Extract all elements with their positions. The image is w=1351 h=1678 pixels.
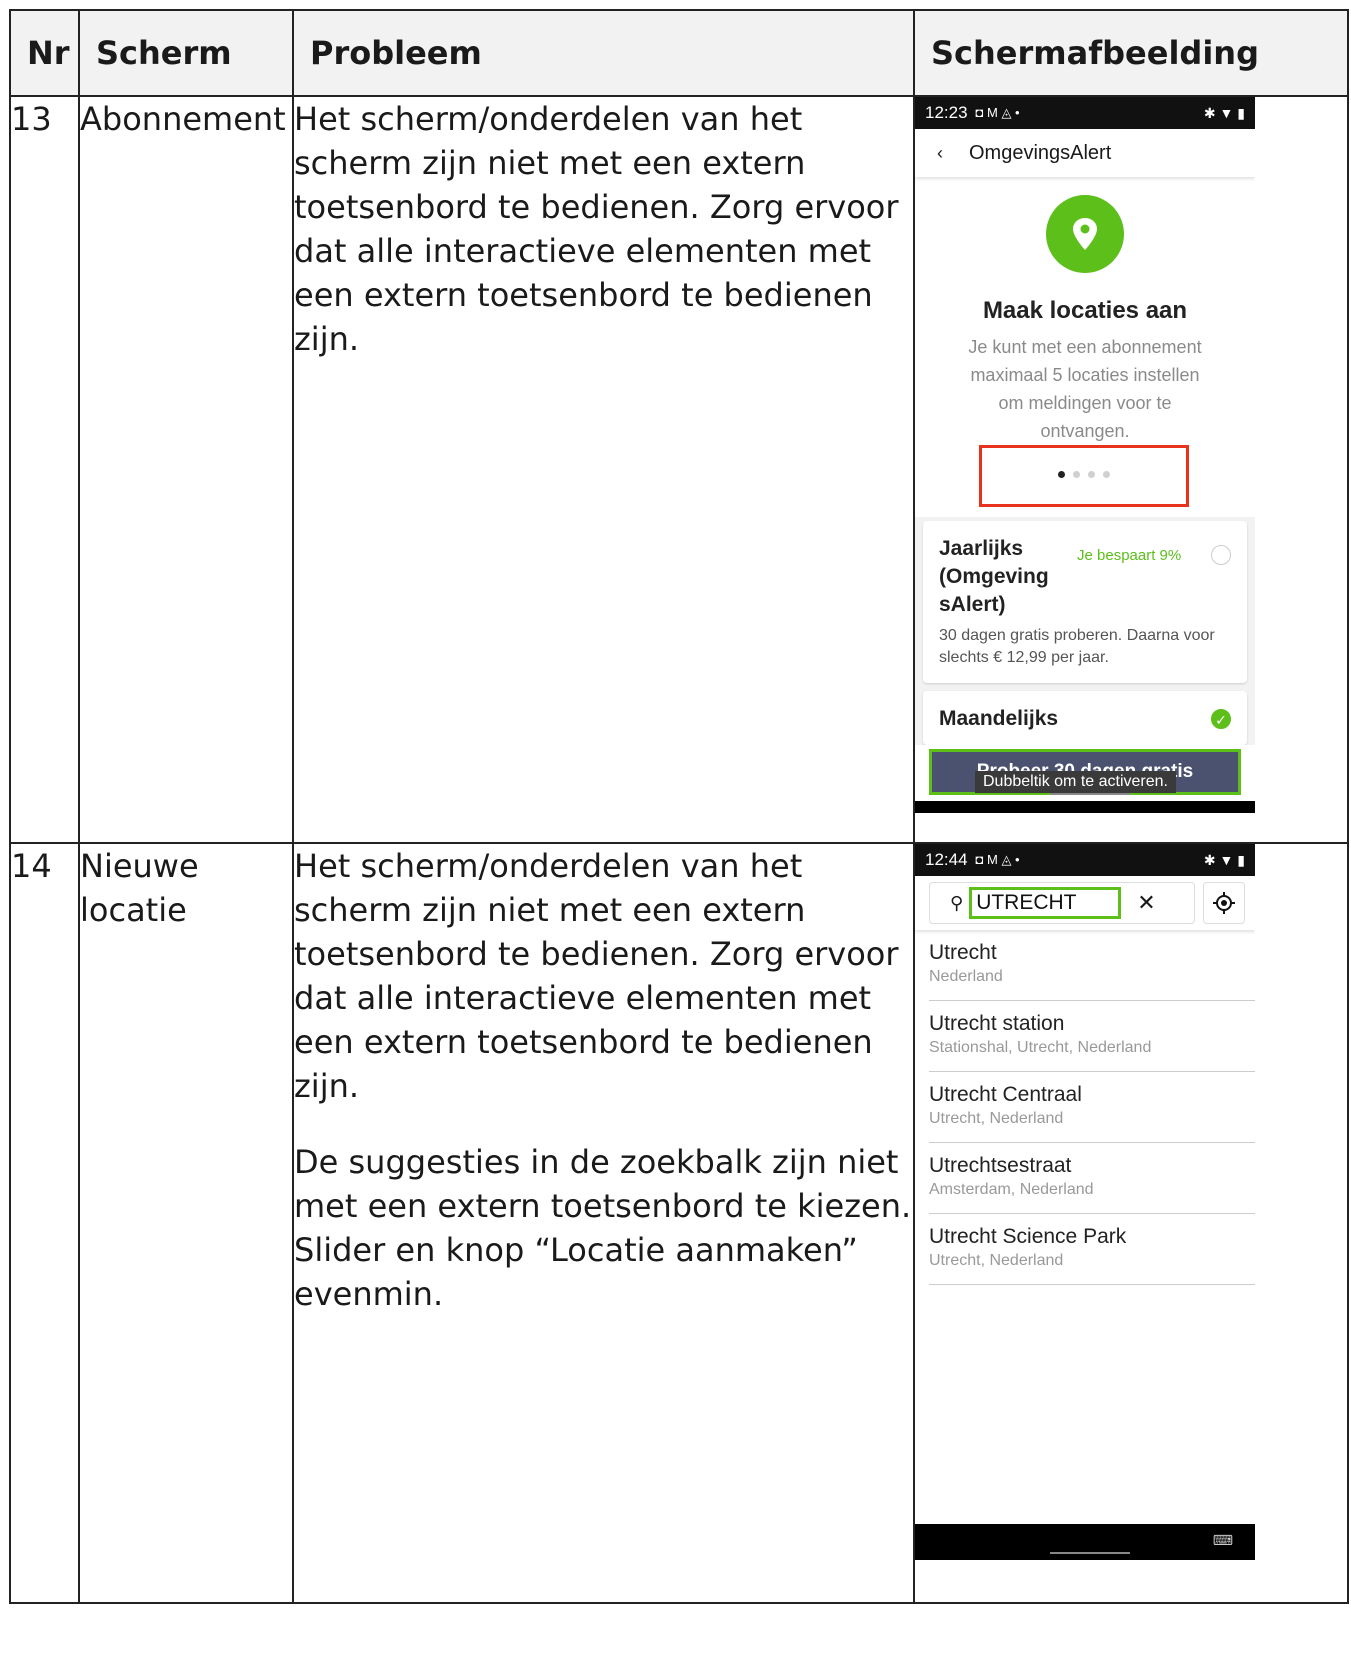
carousel-dot	[1088, 471, 1095, 478]
app-bar-title: OmgevingsAlert	[969, 141, 1112, 164]
status-time: 12:44	[925, 850, 968, 869]
phone-screenshot-subscription: 12:23 ◘ M ◬ • ✱ ▼ ▮ ‹ OmgevingsAlert Maa…	[915, 97, 1255, 813]
search-input[interactable]	[969, 887, 1122, 919]
list-item[interactable]: Utrechtsestraat Amsterdam, Nederland	[929, 1143, 1255, 1214]
status-bar: 12:44 ◘ M ◬ • ✱ ▼ ▮	[915, 844, 1255, 876]
phone-screenshot-new-location: 12:44 ◘ M ◬ • ✱ ▼ ▮ ⚲ ✕	[915, 844, 1255, 1560]
search-icon: ⚲	[950, 892, 964, 913]
row-scherm: Abonnement	[78, 95, 294, 844]
keyboard-icon[interactable]: ⌨	[1213, 1532, 1233, 1549]
header-nr: Nr	[9, 9, 80, 97]
screenshot-cell: 12:44 ◘ M ◬ • ✱ ▼ ▮ ⚲ ✕	[913, 842, 1349, 1604]
row-nr: 13	[9, 95, 80, 844]
list-item[interactable]: Utrecht station Stationshal, Utrecht, Ne…	[929, 1001, 1255, 1072]
crosshair-icon	[1213, 892, 1235, 914]
suggestion-subtitle: Utrecht, Nederland	[929, 1110, 1064, 1127]
suggestion-list: Utrecht Nederland Utrecht station Statio…	[915, 930, 1255, 1285]
list-item[interactable]: Utrecht Centraal Utrecht, Nederland	[929, 1072, 1255, 1143]
screenshot-cell: 12:23 ◘ M ◬ • ✱ ▼ ▮ ‹ OmgevingsAlert Maa…	[913, 95, 1349, 844]
problem-paragraph: Het scherm/onderdelen van het scherm zij…	[294, 847, 899, 1105]
home-handle[interactable]	[1050, 1552, 1130, 1554]
my-location-button[interactable]	[1203, 882, 1245, 924]
notification-icons: ◘ M ◬ •	[975, 105, 1020, 120]
system-icons: ✱ ▼ ▮	[1203, 104, 1245, 121]
radio-checked-icon[interactable]: ✓	[1211, 709, 1231, 729]
clear-icon[interactable]: ✕	[1137, 890, 1155, 916]
header-scherm: Scherm	[78, 9, 294, 97]
row-nr: 14	[9, 842, 80, 1604]
carousel-dot	[1058, 471, 1065, 478]
problem-paragraph: De suggesties in de zoekbalk zijn niet m…	[294, 1143, 912, 1313]
suggestion-subtitle: Utrecht, Nederland	[929, 1252, 1064, 1269]
table-row: 14 Nieuwe locatie Het scherm/onderdelen …	[9, 842, 1349, 1604]
notification-icons: ◘ M ◬ •	[975, 852, 1020, 867]
accessibility-issues-table: Nr Scherm Probleem Schermafbeelding 13 A…	[9, 9, 1349, 1604]
header-screenshot: Schermafbeelding	[913, 9, 1349, 97]
list-item[interactable]: Utrecht Nederland	[929, 930, 1255, 1001]
plan-title: Maandelijks	[939, 707, 1059, 730]
suggestion-subtitle: Stationshal, Utrecht, Nederland	[929, 1039, 1152, 1056]
suggestion-title: Utrecht	[929, 941, 997, 964]
list-item[interactable]: Utrecht Science Park Utrecht, Nederland	[929, 1214, 1255, 1285]
status-bar: 12:23 ◘ M ◬ • ✱ ▼ ▮	[915, 97, 1255, 129]
row-scherm: Nieuwe locatie	[78, 842, 294, 1604]
row-problem: Het scherm/onderdelen van het scherm zij…	[292, 95, 915, 844]
search-bar: ⚲ ✕	[915, 876, 1255, 930]
header-probleem: Probleem	[292, 9, 915, 97]
table-row: 13 Abonnement Het scherm/onderdelen van …	[9, 95, 1349, 844]
status-time: 12:23	[925, 103, 968, 122]
plan-description: 30 dagen gratis proberen. Daarna voor sl…	[939, 627, 1215, 666]
talkback-tooltip: Dubbeltik om te activeren.	[975, 771, 1176, 793]
suggestion-title: Utrecht Centraal	[929, 1083, 1082, 1106]
carousel-indicator[interactable]	[915, 445, 1255, 517]
plan-card-yearly[interactable]: Jaarlijks (Omgeving sAlert) Je bespaart …	[923, 521, 1247, 683]
plan-list: Jaarlijks (Omgeving sAlert) Je bespaart …	[915, 517, 1255, 745]
search-box: ⚲ ✕	[929, 882, 1195, 924]
radio-unchecked-icon[interactable]	[1211, 545, 1231, 565]
intro-body: Je kunt met een abonnement maximaal 5 lo…	[968, 337, 1202, 441]
system-icons: ✱ ▼ ▮	[1203, 851, 1245, 868]
plan-card-monthly[interactable]: Maandelijks ✓	[923, 691, 1247, 745]
gesture-nav-bar	[915, 793, 1255, 813]
suggestion-subtitle: Nederland	[929, 968, 1003, 985]
problem-paragraph: Het scherm/onderdelen van het scherm zij…	[294, 100, 899, 358]
suggestion-title: Utrecht Science Park	[929, 1225, 1127, 1248]
row-problem: Het scherm/onderdelen van het scherm zij…	[292, 842, 915, 1604]
table-header-row: Nr Scherm Probleem Schermafbeelding	[9, 9, 1349, 97]
suggestion-subtitle: Amsterdam, Nederland	[929, 1181, 1094, 1198]
carousel-dot	[1073, 471, 1080, 478]
suggestion-title: Utrechtsestraat	[929, 1154, 1072, 1177]
carousel-dot	[1103, 471, 1110, 478]
gesture-nav-bar: ⌨	[915, 1524, 1255, 1560]
intro-title: Maak locaties aan	[982, 297, 1188, 324]
app-bar: ‹ OmgevingsAlert	[915, 129, 1255, 177]
home-handle[interactable]	[1050, 793, 1130, 795]
back-arrow-icon[interactable]: ‹	[937, 143, 943, 164]
plan-title: Jaarlijks (Omgeving sAlert)	[939, 537, 1049, 616]
suggestion-title: Utrecht station	[929, 1012, 1065, 1035]
location-pin-icon	[1046, 195, 1124, 273]
savings-badge: Je bespaart 9%	[1077, 547, 1182, 564]
